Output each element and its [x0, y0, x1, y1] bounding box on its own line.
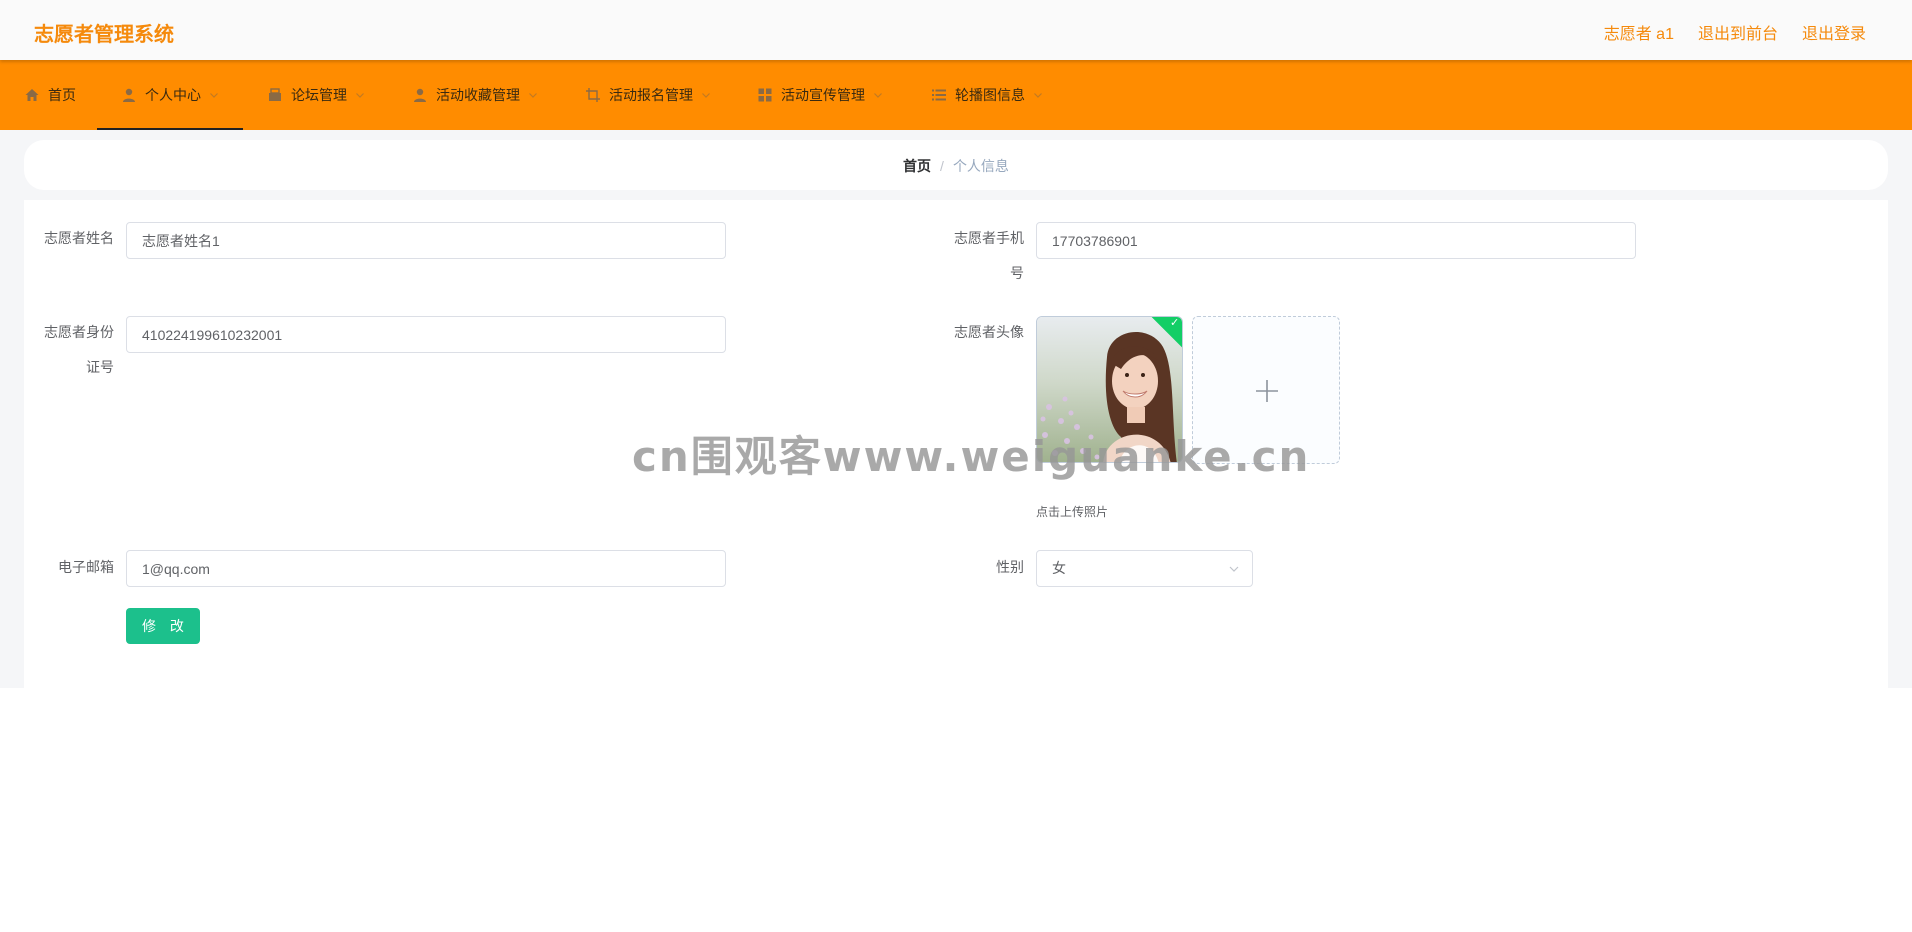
chevron-down-icon [528, 90, 538, 100]
chevron-down-icon [209, 90, 219, 100]
upload-tip: 点击上传照片 [1036, 505, 1109, 519]
nav-item-activity-favorites[interactable]: 活动收藏管理 [412, 60, 538, 130]
breadcrumb-row: 首页 / 个人信息 [24, 156, 1888, 176]
nav-label-personal-center: 个人中心 [145, 87, 201, 103]
nav-item-activity-promotion[interactable]: 活动宣传管理 [757, 60, 883, 130]
plus-icon [1256, 380, 1278, 402]
current-user-label[interactable]: 志愿者 a1 [1604, 20, 1674, 44]
phone-input[interactable] [1036, 222, 1636, 259]
header-links: 志愿者 a1 退出到前台 退出登录 [1604, 20, 1866, 44]
main-nav: 首页 个人中心 论坛管理 活动收藏管理 活动报名管理 活动宣传管理 轮播图信息 [0, 60, 1912, 130]
name-label: 志愿者姓名 [44, 230, 114, 246]
gender-select[interactable]: 女 [1036, 550, 1253, 587]
chevron-down-icon [355, 90, 365, 100]
chevron-down-icon [701, 90, 711, 100]
nav-item-home[interactable]: 首页 [24, 60, 76, 130]
list-icon [931, 87, 947, 103]
avatar-label: 志愿者头像 [954, 324, 1024, 340]
breadcrumb-current: 个人信息 [952, 158, 1009, 174]
back-to-front-link[interactable]: 退出到前台 [1698, 20, 1778, 44]
gender-selected-value: 女 [1052, 560, 1066, 576]
chevron-down-icon [1228, 563, 1240, 575]
phone-label: 志愿者手机号 [954, 230, 1024, 281]
email-label: 电子邮箱 [58, 559, 114, 575]
breadcrumb-home[interactable]: 首页 [903, 158, 931, 174]
nav-label-carousel: 轮播图信息 [955, 87, 1025, 103]
breadcrumb: 首页 / 个人信息 [24, 140, 1888, 190]
user-icon [412, 87, 428, 103]
user-icon [121, 87, 137, 103]
logout-link[interactable]: 退出登录 [1802, 20, 1866, 44]
chevron-down-icon [1033, 90, 1043, 100]
top-header: 志愿者管理系统 志愿者 a1 退出到前台 退出登录 [0, 0, 1912, 60]
modify-button[interactable]: 修 改 [126, 608, 200, 644]
avatar-image[interactable]: ✓ [1036, 316, 1183, 463]
chevron-down-icon [873, 90, 883, 100]
name-input[interactable] [126, 222, 726, 259]
crop-icon [585, 87, 601, 103]
grid-icon [757, 87, 773, 103]
nav-item-activity-signup[interactable]: 活动报名管理 [585, 60, 711, 130]
system-title: 志愿者管理系统 [34, 24, 174, 46]
breadcrumb-separator: / [940, 158, 944, 174]
forum-icon [267, 87, 283, 103]
idcard-input[interactable] [126, 316, 726, 353]
nav-label-activity-signup: 活动报名管理 [609, 87, 693, 103]
nav-label-home: 首页 [48, 87, 76, 103]
nav-item-forum[interactable]: 论坛管理 [267, 60, 365, 130]
nav-label-activity-promotion: 活动宣传管理 [781, 87, 865, 103]
nav-label-activity-favorites: 活动收藏管理 [436, 87, 520, 103]
avatar-portrait [1037, 317, 1182, 462]
home-icon [24, 87, 40, 103]
idcard-label: 志愿者身份证号 [44, 324, 114, 375]
upload-button[interactable] [1192, 316, 1340, 464]
nav-label-forum: 论坛管理 [291, 87, 347, 103]
gender-label: 性别 [996, 559, 1024, 575]
email-input[interactable] [126, 550, 726, 587]
nav-item-personal-center[interactable]: 个人中心 [97, 60, 243, 130]
nav-item-carousel[interactable]: 轮播图信息 [931, 60, 1043, 130]
check-icon: ✓ [1170, 317, 1180, 329]
